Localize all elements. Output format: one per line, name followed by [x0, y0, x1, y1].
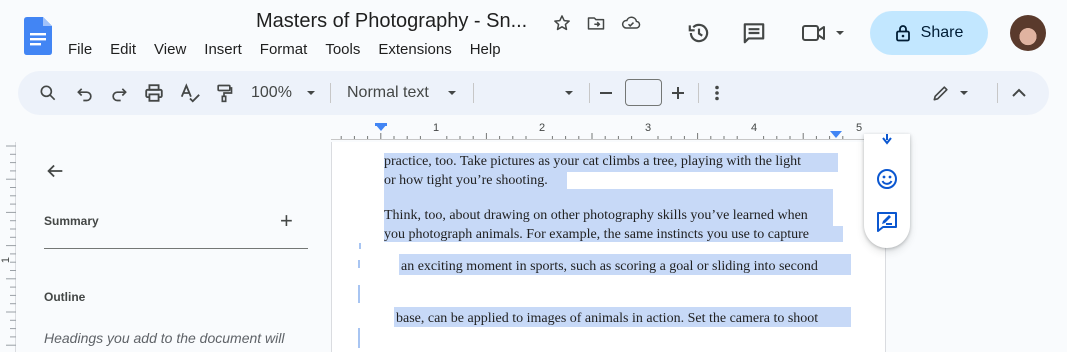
selection-fragment — [359, 243, 361, 249]
decrease-font-size-icon[interactable] — [599, 81, 613, 105]
lock-icon — [895, 25, 910, 42]
undo-icon[interactable] — [75, 81, 95, 105]
document-title[interactable]: Masters of Photography - Sn... — [256, 10, 527, 33]
toolbar: 100% Normal text — [18, 71, 1049, 115]
increase-font-size-icon[interactable] — [671, 81, 685, 105]
paragraph-line: base, can be applied to images of animal… — [396, 311, 819, 326]
paragraph-line: practice, too. Take pictures as your cat… — [384, 154, 802, 169]
toolbar-separator — [473, 83, 474, 103]
comments-icon[interactable] — [741, 20, 767, 46]
share-button[interactable]: Share — [870, 11, 988, 55]
menu-tools[interactable]: Tools — [325, 41, 369, 58]
selection-fragment — [358, 328, 360, 348]
zoom-select[interactable]: 100% — [251, 81, 292, 105]
outline-heading: Outline — [44, 290, 86, 304]
share-label: Share — [920, 24, 964, 41]
vertical-ruler-number: 1 — [0, 256, 13, 264]
menu-extensions[interactable]: Extensions — [378, 41, 460, 58]
editing-mode-pencil-icon[interactable] — [931, 81, 951, 105]
back-arrow-icon[interactable] — [44, 160, 66, 182]
more-options-icon[interactable] — [711, 81, 723, 105]
toolbar-separator — [997, 83, 998, 103]
horizontal-ruler — [331, 123, 886, 140]
outline-hint-text: Headings you add to the document will — [44, 330, 285, 346]
add-summary-button[interactable]: + — [280, 210, 293, 232]
spelling-check-icon[interactable] — [179, 81, 201, 105]
title-actions — [552, 13, 641, 33]
toolbar-separator — [589, 83, 590, 103]
menu-edit[interactable]: Edit — [110, 41, 145, 58]
menu-help[interactable]: Help — [470, 41, 510, 58]
menu-view[interactable]: View — [154, 41, 195, 58]
suggest-edits-icon[interactable] — [875, 210, 899, 234]
menu-format[interactable]: Format — [260, 41, 317, 58]
paragraph-line: an exciting moment in sports, such as sc… — [401, 259, 818, 274]
summary-divider — [44, 248, 308, 249]
ruler-number: 5 — [856, 122, 863, 134]
avatar[interactable] — [1010, 15, 1046, 51]
redo-icon[interactable] — [109, 81, 129, 105]
hide-menus-chevron-up-icon[interactable] — [1011, 81, 1027, 105]
google-docs-logo-icon[interactable] — [24, 17, 52, 55]
print-icon[interactable] — [143, 81, 165, 105]
ruler-number: 1 — [433, 122, 440, 134]
zoom-dropdown-icon[interactable] — [306, 81, 316, 105]
toolbar-separator — [330, 83, 331, 103]
add-comment-icon[interactable] — [875, 134, 899, 148]
cloud-saved-icon[interactable] — [620, 13, 641, 33]
style-dropdown-icon[interactable] — [447, 81, 457, 105]
menu-file[interactable]: File — [68, 41, 101, 58]
selection-fragment — [358, 260, 360, 268]
ruler-number: 2 — [539, 122, 546, 134]
meet-video-icon[interactable] — [801, 22, 827, 44]
floating-action-bar — [864, 134, 910, 248]
paragraph-line: Think, too, about drawing on other photo… — [384, 208, 808, 223]
add-emoji-reaction-icon[interactable] — [875, 167, 899, 191]
search-menus-icon[interactable] — [38, 81, 58, 105]
style-select[interactable]: Normal text — [347, 81, 429, 105]
move-to-folder-icon[interactable] — [586, 13, 606, 33]
document-page[interactable]: practice, too. Take pictures as your cat… — [331, 142, 886, 352]
paragraph-line: you photograph animals. For example, the… — [384, 227, 809, 242]
ruler-number: 4 — [751, 122, 758, 134]
menu-bar: File Edit View Insert Format Tools Exten… — [68, 41, 519, 58]
star-icon[interactable] — [552, 13, 572, 33]
meet-dropdown-icon[interactable] — [835, 29, 845, 37]
document-outline-panel: Summary + Outline Headings you add to th… — [18, 142, 318, 352]
paint-format-icon[interactable] — [214, 81, 234, 105]
summary-heading: Summary — [44, 214, 99, 228]
font-dropdown-icon[interactable] — [564, 81, 574, 105]
selection-fragment — [358, 285, 360, 303]
vertical-ruler — [0, 142, 16, 352]
history-icon[interactable] — [686, 20, 712, 46]
toolbar-separator — [698, 83, 699, 103]
first-line-indent-marker[interactable] — [375, 123, 387, 126]
right-indent-marker[interactable] — [830, 131, 842, 138]
selection-highlight — [384, 189, 833, 207]
editing-mode-dropdown-icon[interactable] — [959, 81, 969, 105]
menu-insert[interactable]: Insert — [204, 41, 251, 58]
font-size-input[interactable] — [625, 79, 662, 106]
paragraph-line: or how tight you’re shooting. — [384, 173, 548, 188]
ruler-number: 3 — [645, 122, 652, 134]
